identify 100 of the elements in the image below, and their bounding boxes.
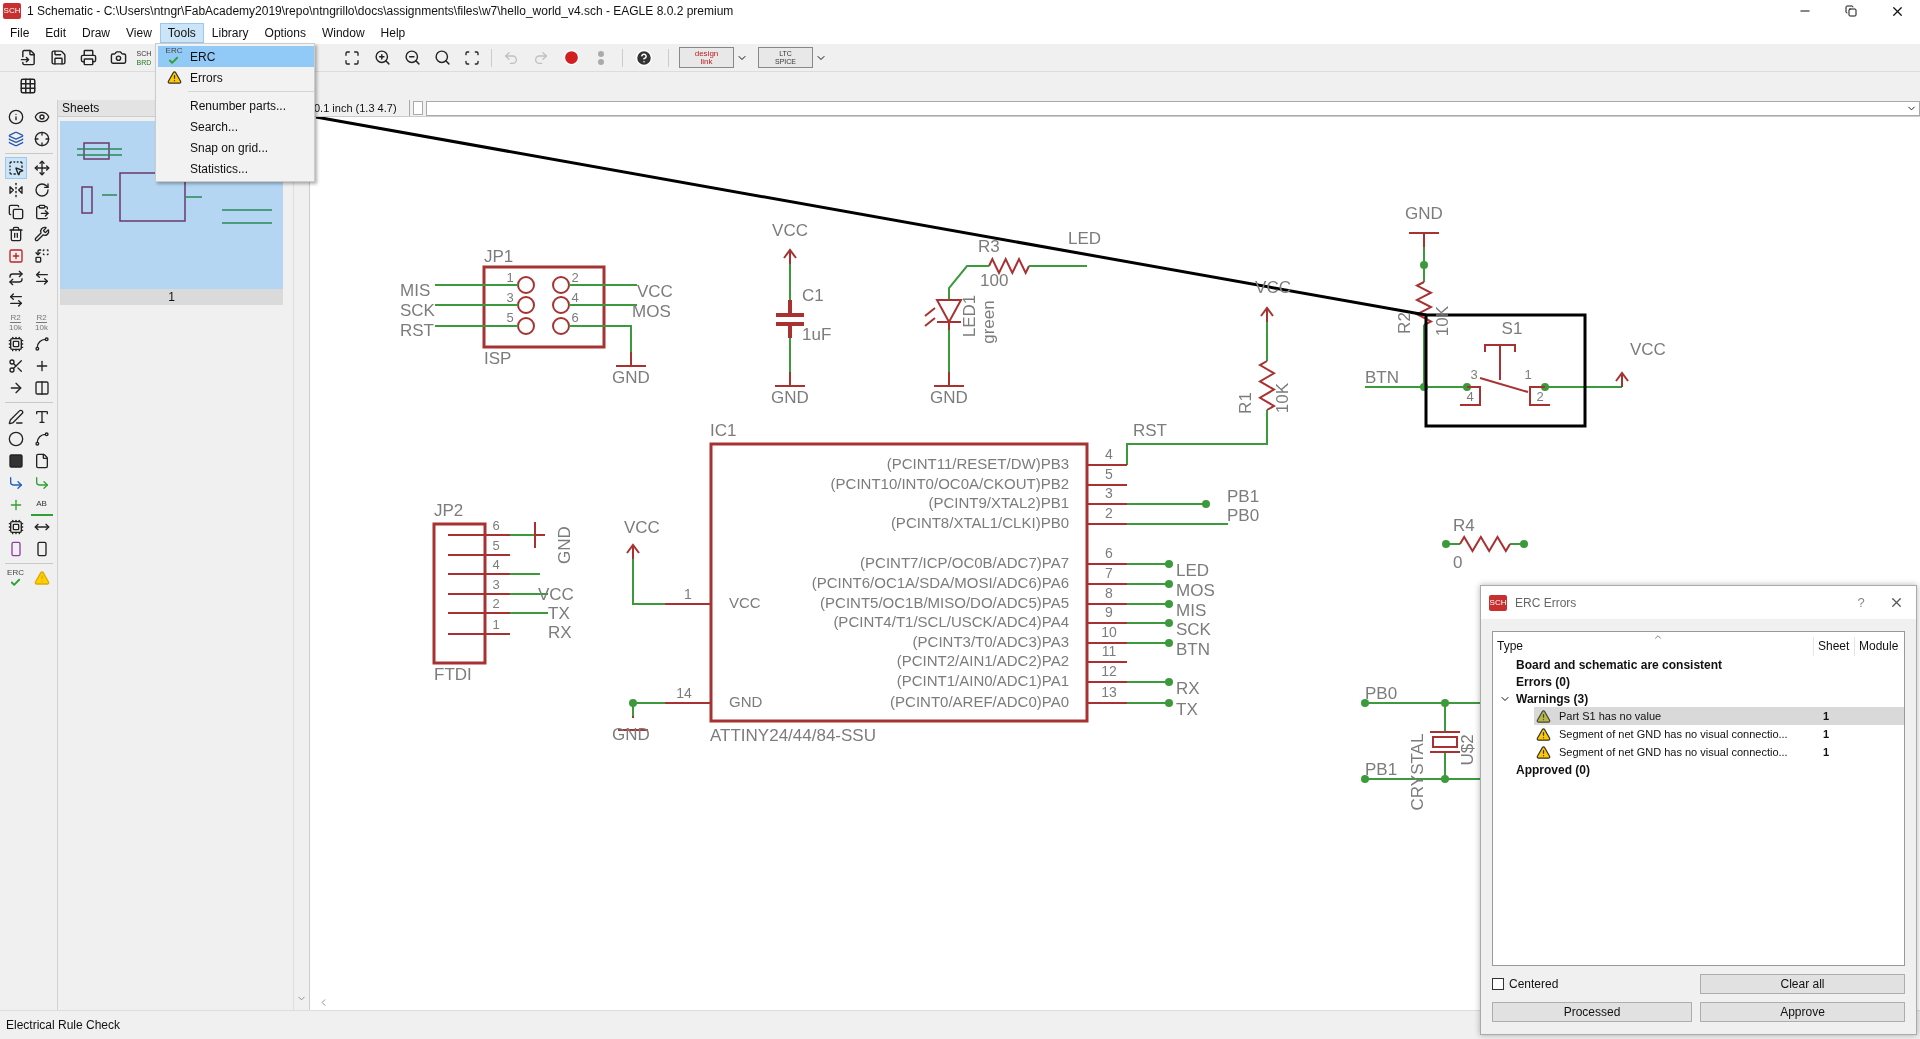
column-header[interactable]: Sheet: [1813, 637, 1854, 656]
junction-dot: [1520, 540, 1528, 548]
pin-name: (PCINT4/T1/SCL/USCK/ADC4)PA4: [833, 612, 1069, 630]
net-label: SCK: [1176, 620, 1211, 640]
pin-number: 14: [676, 684, 692, 701]
header-pin: [552, 276, 570, 294]
menu-item[interactable]: Options: [256, 23, 314, 43]
pin-line: [1086, 702, 1128, 704]
warning-row[interactable]: Part S1 has no value 1: [1534, 707, 1904, 725]
warning-icon: [1536, 726, 1551, 742]
wire: [1423, 246, 1425, 283]
pin-name: GND: [729, 692, 763, 710]
pin-line: [1086, 523, 1128, 525]
pin-number: 6: [492, 518, 500, 534]
name-tool[interactable]: R2 10k: [4, 311, 27, 333]
erc-tool[interactable]: ERC: [4, 567, 27, 589]
wire: [789, 337, 791, 373]
column-header[interactable]: Module: [1854, 637, 1904, 656]
design-link-button[interactable]: design link: [679, 47, 734, 68]
resistor-symbol: [1414, 281, 1434, 326]
wire: [632, 702, 666, 717]
menu-item[interactable]: Tools: [159, 23, 204, 43]
part-value: 10K: [1433, 305, 1453, 337]
warning-icon: [1536, 744, 1551, 760]
supply-label: VCC: [624, 518, 660, 538]
command-field[interactable]: [425, 100, 1920, 116]
part-name: C1: [802, 286, 824, 306]
wire: [1266, 321, 1268, 362]
ground-symbol: [774, 371, 806, 387]
menu-item[interactable]: Edit: [37, 23, 75, 43]
menu-item[interactable]: Window: [313, 23, 373, 43]
resistor-symbol: [988, 256, 1030, 276]
label-tool[interactable]: AB: [30, 494, 53, 516]
tree-group[interactable]: Warnings (3): [1516, 689, 1589, 708]
pin-line: [447, 593, 511, 595]
app-icon: SCH: [3, 3, 21, 19]
junction-dot: [1165, 699, 1173, 707]
pin-number: 12: [1101, 662, 1117, 679]
centered-checkbox[interactable]: Centered: [1492, 975, 1692, 993]
net-label: PB0: [1227, 506, 1260, 526]
pin-number: 2: [1105, 504, 1113, 521]
pin-number: 1: [684, 585, 692, 602]
net-label: BTN: [1176, 640, 1210, 660]
menu-item[interactable]: Library: [203, 23, 257, 43]
part-name: R1: [1236, 392, 1256, 414]
menu-item[interactable]: Help: [372, 23, 414, 43]
junction-dot: [629, 699, 637, 707]
net-label: RX: [548, 623, 572, 643]
header-pin: [517, 296, 535, 314]
tree-group[interactable]: Errors (0): [1516, 672, 1571, 691]
ground-symbol: [615, 351, 647, 367]
pin-number: 2: [1536, 389, 1544, 405]
pin-number: 13: [1101, 683, 1117, 700]
part-value: ISP: [484, 349, 512, 369]
pin-name: (PCINT5/OC1B/MISO/DO/ADC5)PA5: [820, 593, 1069, 611]
value-tool[interactable]: R2 10k: [30, 311, 53, 333]
warning-row[interactable]: Segment of net GND has no visual connectio... 1: [1534, 743, 1904, 761]
pin-name: (PCINT6/OC1A/SDA/MOSI/ADC6)PA6: [811, 573, 1069, 591]
net-label: LED: [1176, 561, 1210, 581]
pin-number: 5: [506, 310, 514, 326]
pin-line: [664, 603, 712, 605]
tree-group[interactable]: Board and schematic are consistent: [1516, 655, 1723, 674]
wire: [568, 304, 638, 306]
menu-option[interactable]: Errors: [158, 67, 314, 88]
part-value: 0: [1453, 553, 1463, 573]
pin-number: 8: [1105, 584, 1113, 601]
warning-row[interactable]: Segment of net GND has no visual connectio... 1: [1534, 725, 1904, 743]
supply-arrow: [1260, 306, 1274, 323]
part-value: 100: [980, 271, 1009, 291]
window-title: 1 Schematic - C:\Users\ntngr\FabAcademy2019\repo\ntngrillo\docs\assignments\files\w7\hello_world_v4.sch - EAGLE 8.0.2 premium: [27, 3, 734, 20]
menu-option[interactable]: ERC ERC: [158, 46, 314, 67]
pin-name: (PCINT3/T0/ADC3)PA3: [912, 632, 1069, 650]
pin-line: [1086, 681, 1128, 683]
pin-number: 3: [1105, 484, 1113, 501]
pin-line: [1086, 464, 1128, 466]
pin-line: [447, 633, 511, 635]
header-pin: [552, 296, 570, 314]
net-label: SCK: [400, 301, 435, 321]
header-pin: [517, 276, 535, 294]
processed-button[interactable]: Processed: [1492, 1002, 1692, 1022]
pin-name: (PCINT10/INT0/OC0A/CKOUT)PB2: [830, 474, 1069, 492]
menu-item[interactable]: Draw: [74, 23, 119, 43]
pin-number: 1: [1524, 367, 1532, 383]
menu-item[interactable]: File: [2, 23, 38, 43]
approve-button[interactable]: Approve: [1700, 1002, 1905, 1022]
junction-dot: [1420, 383, 1428, 391]
menu-item[interactable]: View: [118, 23, 160, 43]
clear-all-button[interactable]: Clear all: [1700, 974, 1905, 994]
supply-arrow: [1615, 371, 1629, 388]
app-icon: SCH: [1489, 594, 1507, 611]
junction-dot: [1361, 775, 1369, 783]
help-button[interactable]: ?: [1846, 592, 1876, 613]
tree-group[interactable]: Approved (0): [1516, 760, 1590, 779]
pin-line: [1086, 661, 1128, 663]
column-header[interactable]: Type: [1493, 637, 1813, 656]
wire: [632, 558, 666, 605]
warning-icon: [166, 70, 182, 85]
pin-name: (PCINT1/AIN0/ADC1)PA1: [896, 671, 1069, 689]
select-icon[interactable]: [4, 157, 27, 179]
wire: [509, 612, 549, 614]
